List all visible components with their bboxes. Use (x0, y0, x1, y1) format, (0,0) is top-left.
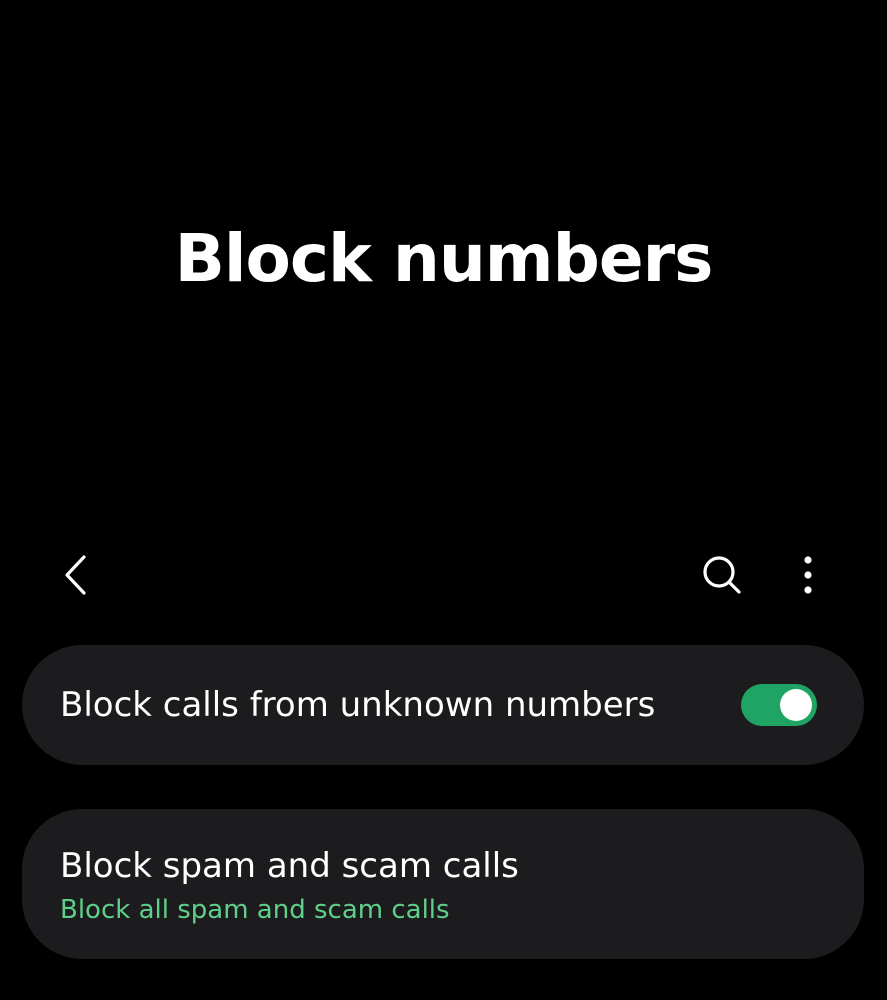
block-unknown-numbers-row[interactable]: Block calls from unknown numbers (22, 645, 864, 765)
toolbar (0, 545, 887, 605)
block-unknown-numbers-toggle[interactable] (741, 684, 817, 726)
more-options-button[interactable] (778, 545, 838, 605)
toggle-knob (780, 689, 812, 721)
block-spam-calls-row[interactable]: Block spam and scam calls Block all spam… (22, 809, 864, 959)
chevron-left-icon (65, 555, 86, 595)
block-spam-calls-label: Block spam and scam calls (60, 846, 519, 886)
page-title: Block numbers (174, 220, 714, 297)
block-unknown-numbers-label: Block calls from unknown numbers (60, 685, 656, 725)
block-spam-calls-subtitle: Block all spam and scam calls (60, 895, 450, 925)
search-icon (703, 556, 741, 594)
more-vertical-icon (804, 556, 812, 594)
search-button[interactable] (692, 545, 752, 605)
back-button[interactable] (46, 545, 106, 605)
